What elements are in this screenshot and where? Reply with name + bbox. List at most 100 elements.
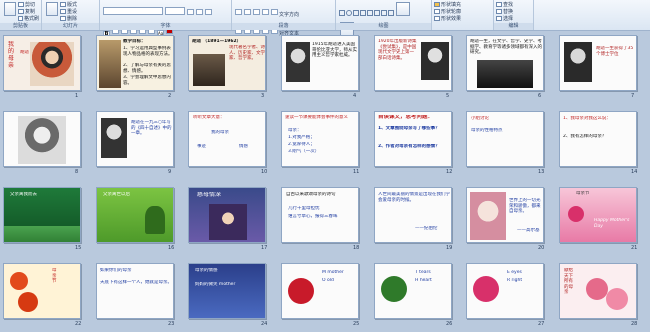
slide-thumbnail-7[interactable]: 胡适一生获得了35个博士学位 [559, 35, 637, 91]
rose-icon [288, 278, 314, 304]
slide-thumbnail-16[interactable]: 父亲离世以后 [96, 187, 174, 243]
shape-outline-button[interactable]: 形状轮廓 [434, 8, 491, 15]
effects-icon [434, 16, 440, 21]
triangle-shape-icon[interactable] [366, 9, 373, 16]
mother-baby-photo [470, 192, 506, 240]
slide-thumbnail-28[interactable]: 献给天下所有的母亲 [559, 263, 637, 319]
brace-shape-icon[interactable] [387, 9, 394, 16]
slide-thumbnail-19[interactable]: 人世间最美丽的情景是出现在我们学会爱母亲的时候。 ——纪伯伦 [374, 187, 452, 243]
slide-thumbnail-24[interactable]: 母亲的情感 妈妈的微笑 mother [188, 263, 266, 319]
format-painter-button[interactable]: 格式刷 [18, 15, 39, 22]
ribbon: 剪切 复制 格式刷 剪贴板 版式 重设 删除 幻灯片 B Aa 字体 文字方向 对… [0, 0, 650, 37]
group-label: 绘图 [336, 23, 431, 30]
carnation-icon [586, 278, 608, 300]
shape-effects-button[interactable]: 形状效果 [434, 15, 491, 22]
group-label: 幻灯片 [42, 23, 99, 30]
reset-button[interactable]: 重设 [60, 8, 97, 15]
select-icon [496, 16, 502, 21]
outline-icon [434, 9, 440, 14]
lily-icon [18, 292, 38, 312]
ribbon-group-editing: 查找 替换 选择 编辑 [494, 0, 534, 30]
copy-icon [18, 9, 24, 14]
copy-button[interactable]: 复制 [18, 8, 39, 15]
clear-format-icon[interactable] [205, 9, 212, 15]
grow-font-icon[interactable] [187, 9, 194, 15]
slide-thumbnail-15[interactable]: 父亲离我而去 [3, 187, 81, 243]
rectangle-shape-icon[interactable] [338, 9, 345, 16]
slide-thumbnail-17[interactable]: 慈母情深 [188, 187, 266, 243]
reset-icon [60, 9, 66, 14]
star-shape-icon[interactable] [373, 9, 380, 16]
select-button[interactable]: 选择 [496, 15, 531, 22]
slide-thumbnail-5[interactable]: 1920年出版新诗集《尝试集》，是中国现代文学史上第一部白话诗集。 [374, 35, 452, 91]
slide-thumbnail-2[interactable]: 教学目标： 1、学习运用典型事例表现人物品格的表现方法。 2、了解与母亲有关的思… [96, 35, 174, 91]
paste-button[interactable] [4, 2, 16, 16]
slide-thumbnail-6[interactable]: 胡适一生，在文学、哲学、史学、考据学、教育学等诸多领域都有深入的研究。 [466, 35, 544, 91]
layout-button[interactable]: 版式 [60, 1, 97, 8]
flower-icon [473, 276, 499, 302]
scissors-icon [18, 2, 24, 7]
slide-thumbnail-9[interactable]: 胡适在一九三○年写的《四十自述》中的一章。 [96, 111, 174, 167]
ribbon-group-drawing: 绘图 [336, 0, 432, 36]
portrait-photo [421, 42, 449, 80]
decrease-indent-icon[interactable] [253, 9, 260, 15]
portrait-sketch [18, 116, 66, 164]
slide-thumbnail-21[interactable]: 母亲节 Happy Mother's Day [559, 187, 637, 243]
increase-indent-icon[interactable] [262, 9, 269, 15]
new-slide-button[interactable] [46, 2, 58, 16]
find-icon [496, 2, 502, 7]
slide-thumbnail-11[interactable]: 速读一节课要能体会事件的意义 母亲： 1.对我严格； 2.宽厚待人； 3.刚气（… [281, 111, 359, 167]
oval-shape-icon[interactable] [345, 9, 352, 16]
slide-thumbnail-27[interactable]: E eyes R right [466, 263, 544, 319]
find-button[interactable]: 查找 [496, 1, 531, 8]
ribbon-group-font: B Aa 字体 [100, 0, 232, 37]
slide-thumbnail-23[interactable]: 如果你们的母亲 天底下有这样一个人，她就是母亲。 [96, 263, 174, 319]
shape-fill-button[interactable]: 形状填充 [434, 1, 491, 8]
lily-icon [10, 272, 28, 290]
group-label: 编辑 [494, 23, 533, 30]
slide-thumbnail-12[interactable]: 自读课文，思考问题： 1、文章围绕母亲写了哪些事？ 2、作者对母亲有怎样的感情？ [374, 111, 452, 167]
group-photo [477, 60, 533, 88]
delete-button[interactable]: 删除 [60, 15, 97, 22]
historic-photo [193, 54, 225, 86]
font-size-combo[interactable] [165, 7, 185, 15]
callout-shape-icon[interactable] [380, 9, 387, 16]
portrait-photo [564, 42, 592, 82]
font-name-combo[interactable] [103, 7, 163, 15]
tree-illustration [145, 206, 165, 234]
shapes-gallery[interactable] [338, 1, 394, 20]
arrow-shape-icon[interactable] [359, 9, 366, 16]
slide-sorter: 我的母亲 胡适 1 教学目标： 1、学习运用典型事例表现人物品格的表现方法。 2… [0, 30, 650, 332]
slide-thumbnail-18[interactable]: 自古以来歌颂母亲的诗句 儿行千里母担忧 谁言寸草心，报得三春晖 [281, 187, 359, 243]
numbering-icon[interactable] [244, 9, 251, 15]
ribbon-group-clipboard: 剪切 复制 格式刷 剪贴板 [0, 0, 42, 30]
cut-button[interactable]: 剪切 [18, 1, 39, 8]
slide-thumbnail-4[interactable]: 1915年胡适进入美国哥伦比亚大学，师从实用主义哲学家杜威。 [281, 35, 359, 91]
layout-icon [60, 2, 66, 7]
flower-icon [381, 276, 407, 302]
line-shape-icon[interactable] [352, 9, 359, 16]
shrink-font-icon[interactable] [196, 9, 203, 15]
slide-thumbnail-14[interactable]: 1、我母亲对我这么说： 2、我有怎样的母亲？ [559, 111, 637, 167]
grass-illustration [4, 226, 80, 242]
slide-thumbnail-3[interactable]: 胡适 （1891—1962） 现代著名学者、诗人、历史家、文学家、哲学家。 [188, 35, 266, 91]
arrange-button[interactable] [396, 2, 410, 16]
slide-thumbnail-25[interactable]: M mother O old [281, 263, 359, 319]
slide-thumbnail-26[interactable]: T tears H heart [374, 263, 452, 319]
replace-icon [496, 9, 502, 14]
slide-thumbnail-10[interactable]: 听听文章大意： 我的母亲 事迹 情感 [188, 111, 266, 167]
replace-button[interactable]: 替换 [496, 8, 531, 15]
bullets-icon[interactable] [235, 9, 242, 15]
group-label: 剪贴板 [0, 23, 41, 30]
text-direction-button[interactable]: 文字方向 [279, 11, 299, 18]
slide-thumbnail-13[interactable]: 小组讨论 母亲的性格特点 [466, 111, 544, 167]
slide-thumbnail-22[interactable]: 母亲节 [3, 263, 81, 319]
slide-thumbnail-8[interactable] [3, 111, 81, 167]
brush-icon [18, 16, 23, 21]
line-spacing-icon[interactable] [271, 9, 278, 15]
mother-painting [30, 42, 74, 86]
carnation-icon [568, 206, 584, 222]
slide-thumbnail-1[interactable]: 我的母亲 胡适 [3, 35, 81, 91]
slide-thumbnail-20[interactable]: 世界上的一切光荣和骄傲，都来自母亲。 ——高尔基 [466, 187, 544, 243]
portrait-photo [99, 40, 121, 88]
